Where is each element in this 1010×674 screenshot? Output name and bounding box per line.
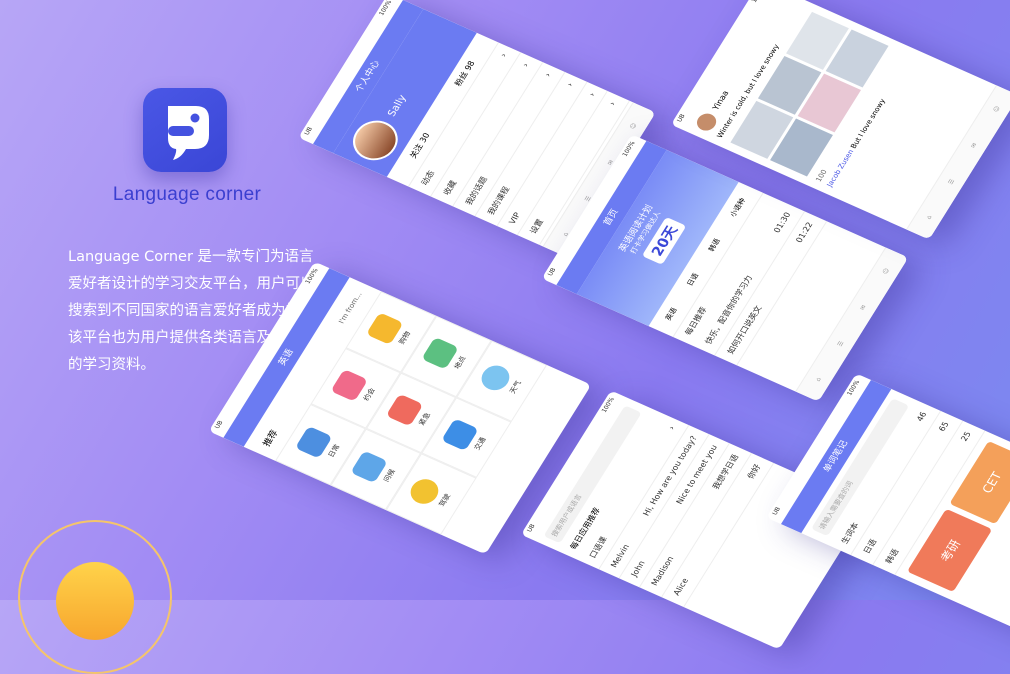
shortcut-japanese[interactable]: 日语	[685, 272, 702, 288]
tab-bar: ⌂ ☰ ✉ ☺	[906, 85, 1010, 240]
app-logo	[143, 88, 227, 172]
user-name: Sally	[385, 93, 409, 119]
phrase-text: I'm from...	[337, 291, 364, 325]
recommend-label: 推荐	[261, 428, 281, 448]
shortcut-minor[interactable]: 小语种	[728, 197, 748, 219]
shortcut-english[interactable]: 英语	[663, 306, 680, 322]
brand-name: Language corner	[112, 184, 262, 205]
shortcut-korean[interactable]: 韩语	[706, 237, 723, 253]
post-user: Yinaa	[710, 89, 731, 112]
decorative-sun	[56, 562, 134, 640]
